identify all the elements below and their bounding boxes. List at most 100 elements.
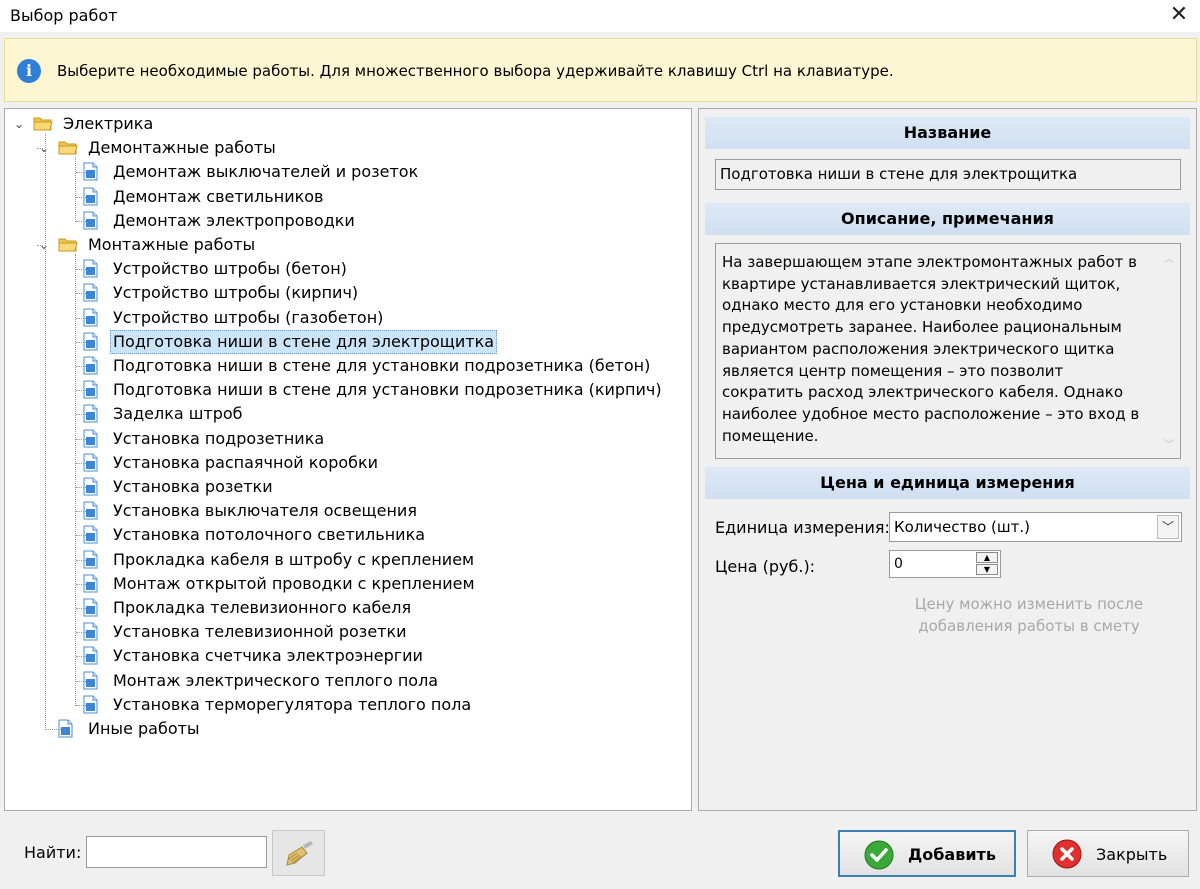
tree-item[interactable]: Установка выключателя освещения — [5, 500, 685, 522]
tree-node-label: Монтажные работы — [88, 235, 256, 254]
info-icon: i — [17, 59, 41, 83]
name-field[interactable]: Подготовка ниши в стене для электрощитка — [715, 159, 1181, 190]
tree-item[interactable]: Демонтаж выключателей и розеток — [5, 161, 685, 183]
tree-node-label: Установка выключателя освещения — [113, 501, 417, 521]
tree-node-label: Демонтаж выключателей и розеток — [113, 162, 419, 182]
description-text: На завершающем этапе электромонтажных ра… — [722, 252, 1152, 447]
unit-select[interactable]: Количество (шт.) ﹀ — [889, 512, 1182, 542]
tree-item[interactable]: Иные работы — [5, 718, 685, 740]
tree-line — [76, 390, 86, 392]
tree-line — [76, 220, 86, 222]
tree-node-label: Демонтаж электропроводки — [113, 210, 355, 230]
tree-line — [76, 293, 86, 295]
tree-item[interactable]: Устройство штробы (бетон) — [5, 258, 685, 280]
tree-node-label: Электрика — [63, 114, 154, 133]
tree-item[interactable]: Подготовка ниши в стене для установки по… — [5, 355, 685, 377]
scroll-up-icon[interactable]: ︿ — [1162, 252, 1176, 266]
tree-node-label: Подготовка ниши в стене для электрощитка — [110, 329, 498, 354]
chevron-down-icon[interactable]: ⌄ — [13, 113, 25, 135]
tree-item[interactable]: Заделка штроб — [5, 403, 685, 425]
hint-line: добавления работы в смету — [918, 617, 1140, 635]
tree-item[interactable]: Установка потолочного светильника — [5, 524, 685, 546]
close-icon[interactable]: ✕ — [1166, 2, 1192, 28]
description-field[interactable]: На завершающем этапе электромонтажных ра… — [715, 243, 1181, 459]
price-label: Цена (руб.): — [715, 557, 816, 576]
tree-line — [76, 535, 86, 537]
description-line: помещение. — [722, 426, 819, 445]
tree-item[interactable]: Подготовка ниши в стене для установки по… — [5, 379, 685, 401]
tree-line — [76, 341, 86, 343]
details-panel: Название Подготовка ниши в стене для эле… — [698, 108, 1197, 811]
tree-line — [75, 254, 76, 706]
chevron-down-icon[interactable]: ﹀ — [1157, 515, 1179, 539]
description-line: квартире устанавливается электрический щ… — [722, 274, 1121, 293]
tree-folder[interactable]: ⌄ Электрика — [5, 113, 685, 135]
price-header: Цена и единица измерения — [705, 467, 1190, 499]
tree-item[interactable]: Прокладка кабеля в штробу с креплением — [5, 549, 685, 571]
tree-node-label: Установка телевизионной розетки — [113, 622, 407, 642]
title-bar: Выбор работ ✕ — [0, 0, 1200, 32]
tree-node-label: Монтаж электрического теплого пола — [113, 670, 439, 690]
tree-folder[interactable]: ⌄ Демонтажные работы — [5, 137, 685, 159]
tree-node-label: Установка распаячной коробки — [113, 452, 379, 472]
description-line: однако место для его установки необходим… — [722, 296, 1083, 315]
folder-icon — [58, 139, 78, 156]
search-input[interactable] — [86, 836, 267, 868]
tree-item[interactable]: Демонтаж электропроводки — [5, 210, 685, 232]
tree-item[interactable]: Установка телевизионной розетки — [5, 621, 685, 643]
tree-node-label: Заделка штроб — [113, 404, 243, 424]
tree-item[interactable]: Установка розетки — [5, 476, 685, 498]
unit-select-value: Количество (шт.) — [894, 518, 1030, 536]
tree-item[interactable]: Установка распаячной коробки — [5, 452, 685, 474]
tree-line — [76, 196, 86, 198]
tree-node-label: Монтаж открытой проводки с креплением — [113, 573, 475, 593]
tree-item[interactable]: Установка счетчика электроэнергии — [5, 645, 685, 667]
tree-node-label: Подготовка ниши в стене для установки по… — [113, 356, 651, 375]
description-line: является центр помещения – это позволит — [722, 361, 1064, 380]
tree-item[interactable]: Подготовка ниши в стене для электрощитка — [5, 329, 685, 354]
tree-line — [76, 414, 86, 416]
window-title: Выбор работ — [10, 6, 118, 25]
tree-item[interactable]: Монтаж электрического теплого пола — [5, 670, 685, 692]
name-header: Название — [705, 117, 1190, 149]
tree-line — [76, 487, 86, 488]
description-header: Описание, примечания — [705, 203, 1190, 235]
close-button-label: Закрыть — [1096, 845, 1168, 864]
tree-item[interactable]: Демонтаж светильников — [5, 186, 685, 208]
spin-up-icon[interactable]: ▲ — [976, 552, 998, 563]
works-tree[interactable]: ⌄ Электрика ⌄ Демонтажные работы Демонтаж вы… — [4, 108, 692, 811]
tree-line — [76, 559, 86, 561]
tree-node-label: Подготовка ниши в стене для установки по… — [113, 380, 662, 400]
tree-node-label: Установка потолочного светильника — [113, 525, 426, 545]
description-line: вариантом расположения электрического щи… — [722, 339, 1115, 358]
tree-item[interactable]: Устройство штробы (газобетон) — [5, 307, 685, 329]
tree-line — [76, 438, 86, 440]
info-banner: i Выберите необходимые работы. Для множе… — [4, 38, 1197, 102]
tree-line — [76, 608, 86, 609]
tree-line — [76, 511, 86, 513]
add-button[interactable]: Добавить — [838, 830, 1016, 877]
tree-item[interactable]: Монтаж открытой проводки с креплением — [5, 573, 685, 595]
tree-line — [75, 157, 76, 222]
folder-icon — [33, 115, 53, 132]
description-line: На завершающем этапе электромонтажных ра… — [722, 253, 1138, 271]
tree-item[interactable]: Установка подрозетника — [5, 428, 685, 450]
tree-item[interactable]: Установка терморегулятора теплого пола — [5, 694, 685, 716]
tree-item[interactable]: Прокладка телевизионного кабеля — [5, 597, 685, 619]
price-value: 0 — [894, 556, 903, 572]
tree-item[interactable]: Устройство штробы (кирпич) — [5, 282, 685, 304]
tree-node-label: Установка подрозетника — [113, 428, 325, 448]
tree-line — [76, 172, 86, 174]
clear-search-button[interactable] — [272, 830, 325, 876]
price-stepper[interactable]: 0 ▲ ▼ — [889, 550, 1001, 578]
tree-folder[interactable]: ⌄ Монтажные работы — [5, 234, 685, 256]
description-line: наиболее удобное место расположение – эт… — [722, 404, 1140, 423]
close-button[interactable]: Закрыть — [1027, 830, 1189, 877]
tree-line — [76, 583, 86, 585]
tree-node-label: Устройство штробы (газобетон) — [113, 307, 384, 327]
spin-down-icon[interactable]: ▼ — [976, 564, 998, 575]
broom-icon — [286, 841, 313, 866]
scroll-down-icon[interactable]: ﹀ — [1162, 438, 1176, 452]
hint-line: Цену можно изменить после — [914, 595, 1144, 613]
description-line: сократить расход электрического кабеля. … — [722, 383, 1123, 402]
